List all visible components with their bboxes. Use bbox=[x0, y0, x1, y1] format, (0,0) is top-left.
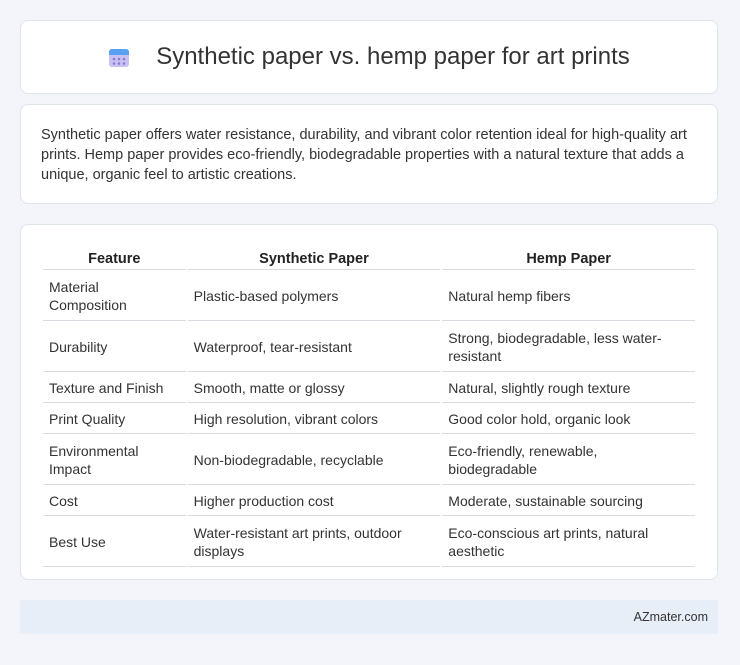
synthetic-cell: High resolution, vibrant colors bbox=[187, 405, 441, 434]
table-row: Best Use Water-resistant art prints, out… bbox=[43, 518, 695, 567]
table-row: Print Quality High resolution, vibrant c… bbox=[43, 405, 695, 434]
comparison-table-card: Feature Synthetic Paper Hemp Paper Mater… bbox=[20, 224, 718, 580]
hemp-cell: Eco-friendly, renewable, biodegradable bbox=[442, 436, 695, 485]
header-synthetic-paper: Synthetic Paper bbox=[187, 247, 441, 270]
synthetic-cell: Non-biodegradable, recyclable bbox=[187, 436, 441, 485]
feature-cell: Best Use bbox=[43, 518, 186, 567]
feature-cell: Texture and Finish bbox=[43, 374, 186, 403]
hemp-cell: Eco-conscious art prints, natural aesthe… bbox=[442, 518, 695, 567]
feature-cell: Environmental Impact bbox=[43, 436, 186, 485]
calendar-icon bbox=[109, 49, 130, 67]
feature-cell: Material Composition bbox=[43, 272, 186, 321]
hemp-cell: Natural, slightly rough texture bbox=[442, 374, 695, 403]
hemp-cell: Moderate, sustainable sourcing bbox=[442, 487, 695, 516]
synthetic-cell: Higher production cost bbox=[187, 487, 441, 516]
comparison-table: Feature Synthetic Paper Hemp Paper Mater… bbox=[41, 245, 697, 569]
feature-cell: Cost bbox=[43, 487, 186, 516]
summary-card: Synthetic paper offers water resistance,… bbox=[20, 104, 718, 204]
page-title: Synthetic paper vs. hemp paper for art p… bbox=[156, 43, 630, 70]
table-row: Texture and Finish Smooth, matte or glos… bbox=[43, 374, 695, 403]
hemp-cell: Natural hemp fibers bbox=[442, 272, 695, 321]
feature-cell: Print Quality bbox=[43, 405, 186, 434]
table-row: Environmental Impact Non-biodegradable, … bbox=[43, 436, 695, 485]
synthetic-cell: Waterproof, tear-resistant bbox=[187, 323, 441, 372]
footer: AZmater.com bbox=[20, 600, 718, 634]
header-feature: Feature bbox=[43, 247, 186, 270]
footer-site-link[interactable]: AZmater.com bbox=[634, 610, 708, 624]
synthetic-cell: Plastic-based polymers bbox=[187, 272, 441, 321]
summary-text: Synthetic paper offers water resistance,… bbox=[41, 127, 687, 183]
synthetic-cell: Smooth, matte or glossy bbox=[187, 374, 441, 403]
table-header-row: Feature Synthetic Paper Hemp Paper bbox=[43, 247, 695, 270]
feature-cell: Durability bbox=[43, 323, 186, 372]
table-row: Durability Waterproof, tear-resistant St… bbox=[43, 323, 695, 372]
table-row: Material Composition Plastic-based polym… bbox=[43, 272, 695, 321]
table-row: Cost Higher production cost Moderate, su… bbox=[43, 487, 695, 516]
synthetic-cell: Water-resistant art prints, outdoor disp… bbox=[187, 518, 441, 567]
hemp-cell: Strong, biodegradable, less water-resist… bbox=[442, 323, 695, 372]
hemp-cell: Good color hold, organic look bbox=[442, 405, 695, 434]
title-card: Synthetic paper vs. hemp paper for art p… bbox=[20, 20, 718, 94]
header-hemp-paper: Hemp Paper bbox=[442, 247, 695, 270]
